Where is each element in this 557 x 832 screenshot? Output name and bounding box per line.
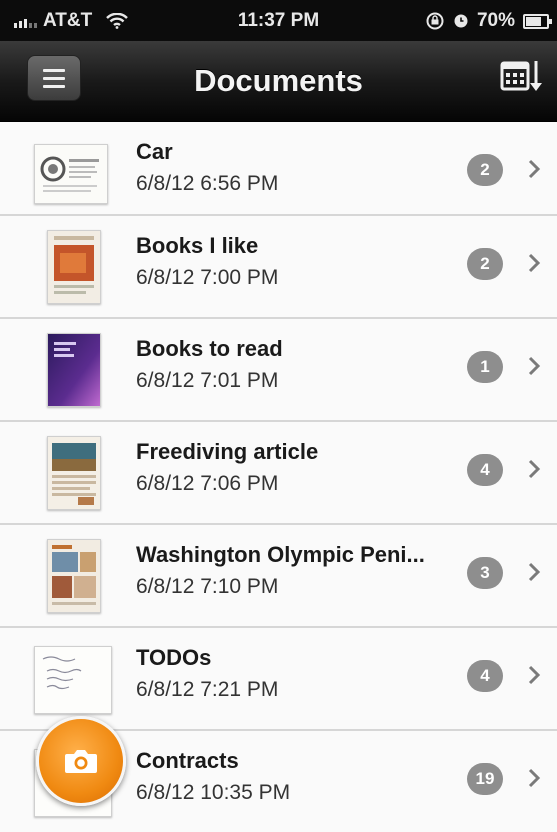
list-item[interactable]: Books to read 6/8/12 7:01 PM 1 bbox=[0, 319, 557, 422]
list-item[interactable]: Books I like 6/8/12 7:00 PM 2 bbox=[0, 216, 557, 319]
document-title: Contracts bbox=[136, 748, 239, 773]
document-date: 6/8/12 7:06 PM bbox=[136, 472, 279, 495]
list-item[interactable]: Freediving article 6/8/12 7:06 PM 4 bbox=[0, 422, 557, 525]
document-thumbnail bbox=[47, 539, 101, 613]
document-thumbnail bbox=[34, 646, 112, 714]
camera-button[interactable] bbox=[36, 716, 126, 806]
document-date: 6/8/12 7:00 PM bbox=[136, 266, 279, 289]
document-date: 6/8/12 7:10 PM bbox=[136, 575, 279, 598]
chevron-right-icon bbox=[528, 459, 541, 479]
document-title: Books I like bbox=[136, 233, 259, 258]
battery-icon bbox=[523, 13, 552, 29]
rotation-lock-icon bbox=[426, 12, 444, 30]
page-count-badge: 2 bbox=[467, 248, 503, 280]
chevron-right-icon bbox=[528, 356, 541, 376]
document-title: Washington Olympic Peni... bbox=[136, 542, 425, 567]
navigation-bar: Documents bbox=[0, 41, 557, 123]
document-thumbnail bbox=[47, 230, 101, 304]
document-thumbnail bbox=[47, 436, 101, 510]
page-count-badge: 2 bbox=[467, 154, 503, 186]
document-title: Car bbox=[136, 139, 173, 164]
document-thumbnail bbox=[34, 144, 108, 204]
battery-percent: 70% bbox=[476, 10, 515, 31]
document-title: Books to read bbox=[136, 336, 283, 361]
list-item[interactable]: Washington Olympic Peni... 6/8/12 7:10 P… bbox=[0, 525, 557, 628]
chevron-right-icon bbox=[528, 562, 541, 582]
page-title: Documents bbox=[194, 63, 363, 98]
page-count-badge: 3 bbox=[467, 557, 503, 589]
page-count-badge: 19 bbox=[467, 763, 503, 795]
document-date: 6/8/12 10:35 PM bbox=[136, 781, 291, 804]
chevron-right-icon bbox=[528, 253, 541, 273]
calendar-sort-icon[interactable] bbox=[499, 57, 543, 97]
document-title: TODOs bbox=[136, 645, 212, 670]
document-date: 6/8/12 7:01 PM bbox=[136, 369, 279, 392]
document-title: Freediving article bbox=[136, 439, 319, 464]
page-count-badge: 4 bbox=[467, 660, 503, 692]
camera-icon bbox=[65, 750, 97, 773]
status-right: 70% bbox=[425, 10, 552, 32]
chevron-right-icon bbox=[528, 768, 541, 788]
document-date: 6/8/12 7:21 PM bbox=[136, 678, 279, 701]
chevron-right-icon bbox=[528, 159, 541, 179]
document-date: 6/8/12 6:56 PM bbox=[136, 172, 279, 195]
status-bar: AT&T 11:37 PM 70% bbox=[0, 0, 557, 41]
list-item[interactable]: Car 6/8/12 6:56 PM 2 bbox=[0, 122, 557, 216]
chevron-right-icon bbox=[528, 665, 541, 685]
documents-screen: AT&T 11:37 PM 70% Documents Car 6/8/12 6… bbox=[0, 0, 557, 832]
document-thumbnail bbox=[47, 333, 101, 407]
page-count-badge: 4 bbox=[467, 454, 503, 486]
alarm-clock-icon bbox=[454, 14, 468, 28]
page-count-badge: 1 bbox=[467, 351, 503, 383]
